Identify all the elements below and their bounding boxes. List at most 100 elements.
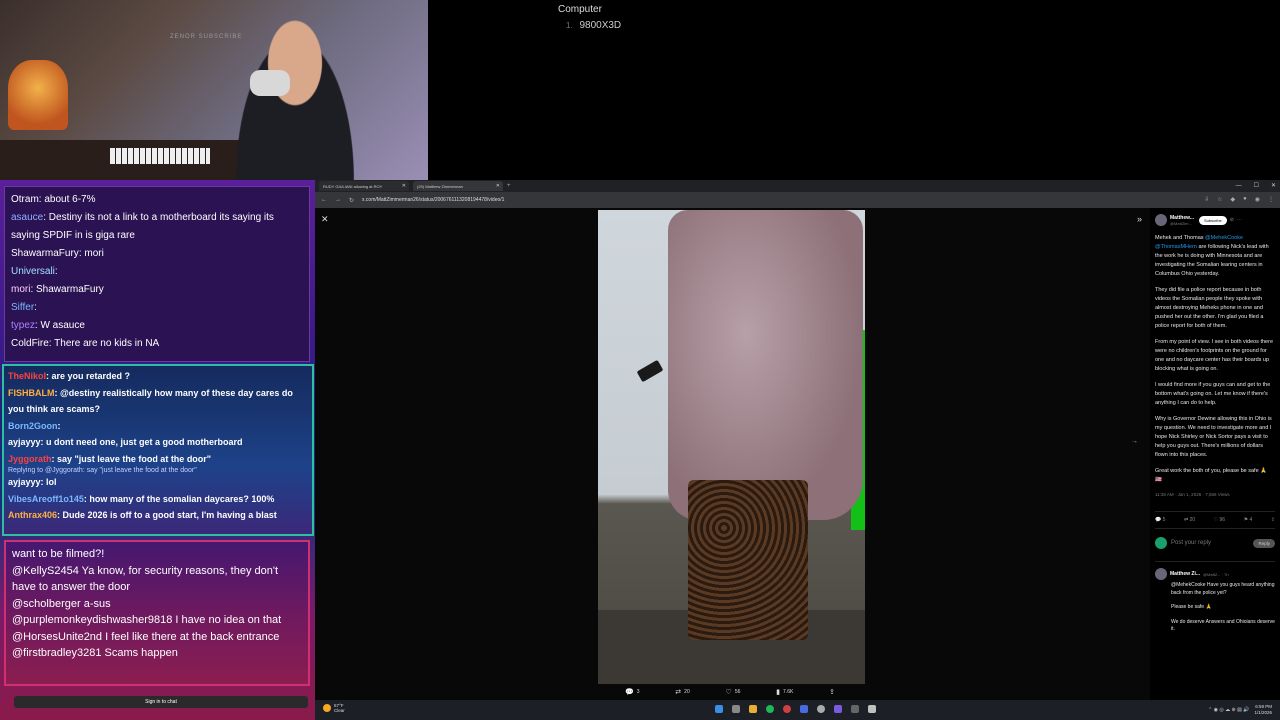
close-icon[interactable]: ✕ xyxy=(402,183,406,189)
chat-text: : u dont need one, just get a good mothe… xyxy=(40,437,243,447)
repost-action[interactable]: ⇄ 20 xyxy=(675,688,689,696)
start-icon[interactable] xyxy=(715,705,723,713)
forward-icon[interactable]: → xyxy=(335,197,341,203)
maximize-icon[interactable]: ☐ xyxy=(1254,180,1259,192)
author-name[interactable]: Matthew... xyxy=(1170,215,1194,221)
post-actions: 💬 3 ⇄ 20 ♡ 56 ▮ 7.6K ⇪ xyxy=(625,688,835,696)
weather-condition: Clear xyxy=(334,708,345,713)
chat-username: VibesAreoff1o145 xyxy=(8,493,84,504)
subscribe-button[interactable]: Subscribe xyxy=(1198,215,1227,225)
next-media-icon[interactable]: → xyxy=(1131,438,1138,445)
search-icon[interactable] xyxy=(732,705,740,713)
author-handle[interactable]: @MattZim... xyxy=(1170,221,1194,226)
url-field[interactable]: x.com/MattZimmerman26/status/20067611132… xyxy=(362,197,504,203)
chat-username: typez xyxy=(11,320,35,331)
repost-icon: ⇄ xyxy=(675,689,682,696)
like-stat[interactable]: ♡ 96 xyxy=(1214,517,1225,523)
tab-title: RUDY GIULIANI allowing at ROY xyxy=(323,184,383,189)
wall-sign: ZENOR SUBSCRIBE xyxy=(170,34,243,40)
settings-icon[interactable] xyxy=(868,705,876,713)
post-stats: 💬 5 ⇄ 20 ♡ 96 ⚑ 4 ⇪ xyxy=(1155,511,1275,529)
extension-icon[interactable]: ● xyxy=(1243,196,1247,203)
avatar[interactable] xyxy=(1155,568,1167,580)
share-action[interactable]: ⇪ xyxy=(829,688,835,696)
video-player[interactable] xyxy=(598,210,865,684)
chat-text: : how many of the somalian daycares? 100… xyxy=(83,493,275,504)
chat-username: FISHBALM xyxy=(8,387,55,398)
extensions: ⇩ ☆ ◆ ● ◉ ⋮ xyxy=(1204,196,1274,203)
address-bar-row: ← → ↻ x.com/MattZimmerman26/status/20067… xyxy=(315,192,1280,208)
mention-link[interactable]: @ThomasMHern xyxy=(1155,244,1197,250)
sign-in-to-chat-button[interactable]: Sign in to chat xyxy=(14,696,308,708)
weather-widget[interactable]: 57°F Clear xyxy=(323,703,345,713)
app-icon[interactable] xyxy=(817,705,825,713)
chat-message: asauce: Destiny its not a link to a moth… xyxy=(11,209,303,245)
install-icon[interactable]: ⇩ xyxy=(1204,196,1209,203)
mention-link[interactable]: @MehekCooke xyxy=(1205,235,1243,241)
expand-sidebar-icon[interactable]: » xyxy=(1137,214,1142,224)
reply-count: 3 xyxy=(636,689,640,695)
chat-username: Jyggorath xyxy=(8,453,52,464)
app-icon[interactable] xyxy=(851,705,859,713)
post-paragraph: Why is Governor Dewine allowing this in … xyxy=(1155,416,1272,458)
chat-message: ColdFire: There are no kids in NA xyxy=(11,335,303,353)
reply-post[interactable]: Matthew Zi... @MattZ... · 7h @MehekCooke… xyxy=(1155,561,1275,634)
reply-stat[interactable]: 💬 5 xyxy=(1155,517,1165,523)
close-window-icon[interactable]: ✕ xyxy=(1271,180,1276,192)
share-icon[interactable]: ⇪ xyxy=(1271,517,1275,523)
app-icon[interactable] xyxy=(800,705,808,713)
file-explorer-icon[interactable] xyxy=(749,705,757,713)
chat-message: ShawarmaFury: mori xyxy=(11,245,303,263)
menu-icon[interactable]: ⋮ xyxy=(1268,196,1274,203)
clock[interactable]: 6:59 PM 1/1/2026 xyxy=(1254,704,1272,716)
minimize-icon[interactable]: — xyxy=(1236,180,1242,192)
reply-input[interactable]: Post your reply xyxy=(1171,540,1249,546)
views-action[interactable]: ▮ 7.6K xyxy=(776,688,793,696)
avatar[interactable] xyxy=(1155,214,1167,226)
overlay-item: 1. 9800X3D xyxy=(566,20,621,31)
extension-icon[interactable]: ◆ xyxy=(1231,196,1236,203)
weather-icon xyxy=(323,704,331,712)
like-action[interactable]: ♡ 56 xyxy=(726,688,741,696)
close-icon[interactable]: ✕ xyxy=(496,183,500,189)
spotify-icon[interactable] xyxy=(766,705,774,713)
tab-rudy[interactable]: RUDY GIULIANI allowing at ROY ✕ xyxy=(319,181,409,191)
tab-x-post[interactable]: (29) Matthew Zimmerman ✕ xyxy=(413,181,503,191)
chat-message: @HorsesUnite2nd I feel like there at the… xyxy=(12,630,280,643)
chat-username: asauce xyxy=(11,212,44,223)
chat-text: : Destiny its not a link to a motherboar… xyxy=(11,212,274,241)
more-icon[interactable]: ⋯ xyxy=(1237,217,1242,223)
chat-username: ayjayyy xyxy=(8,437,41,447)
reply-button[interactable]: Reply xyxy=(1253,538,1275,548)
close-icon[interactable]: ✕ xyxy=(321,214,329,225)
reply-paragraph: We do deserve Answers and Ohioians deser… xyxy=(1171,618,1275,633)
chat-username: mori xyxy=(11,284,31,295)
bookmark-star-icon[interactable]: ☆ xyxy=(1217,196,1222,203)
chat-text: : xyxy=(57,420,61,431)
post-meta: 11:38 AM · Jan 1, 2026 · 7,566 Views xyxy=(1155,492,1230,497)
grok-icon[interactable]: ⊘ xyxy=(1230,217,1234,223)
repost-stat[interactable]: ⇄ 20 xyxy=(1184,517,1195,523)
reply-action[interactable]: 💬 3 xyxy=(625,688,640,696)
post-paragraph: Mehek and Thomas @MehekCooke @ThomasMHer… xyxy=(1155,235,1269,277)
profile-icon[interactable]: ◉ xyxy=(1255,196,1260,203)
bookmark-stat[interactable]: ⚑ 4 xyxy=(1244,517,1253,523)
chart-icon: ▮ xyxy=(776,689,781,696)
screen: ZENOR SUBSCRIBE Computer 1. 9800X3D Otra… xyxy=(0,0,1280,720)
chat-message: @KellyS2454 Ya know, for security reason… xyxy=(12,564,279,594)
tray-icons[interactable]: ⌃ ◉ ◎ ☁ ⊕ ▤ 🔊 xyxy=(1208,707,1249,713)
reload-icon[interactable]: ↻ xyxy=(349,197,354,204)
chat-panel: Otram: about 6-7% asauce: Destiny its no… xyxy=(0,180,315,720)
chat-message: ayjayyy: u dont need one, just get a goo… xyxy=(8,434,308,451)
chrome-icon[interactable] xyxy=(783,705,791,713)
chat-username: ShawarmaFury xyxy=(11,248,79,259)
chat-username: ayjayyy xyxy=(8,477,41,487)
video-phone xyxy=(636,359,664,383)
new-tab-icon[interactable]: + xyxy=(507,183,511,189)
window-controls: — ☐ ✕ xyxy=(1236,180,1276,192)
author-name[interactable]: Matthew Zi... xyxy=(1170,571,1200,577)
back-icon[interactable]: ← xyxy=(321,197,327,203)
app-icon[interactable] xyxy=(834,705,842,713)
comment-icon: 💬 xyxy=(625,689,634,696)
post-paragraph: From my point of view. I see in both vid… xyxy=(1155,339,1274,372)
